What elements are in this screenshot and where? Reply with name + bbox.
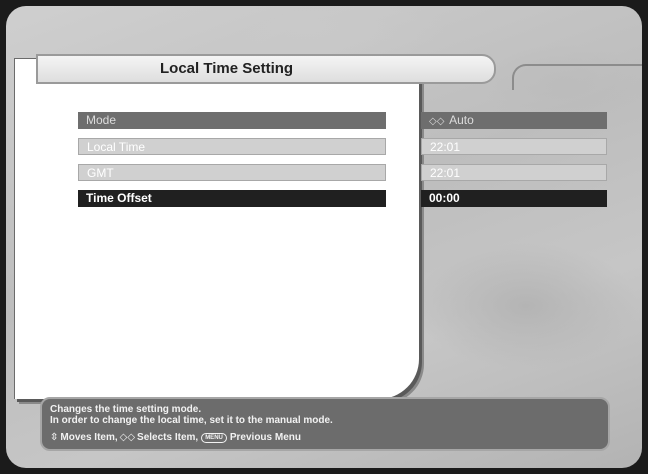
gmt-value: 22:01	[421, 164, 607, 181]
mode-value-text: Auto	[449, 113, 474, 127]
previous-menu-hint: Previous Menu	[229, 432, 301, 443]
help-line-2: In order to change the local time, set i…	[50, 415, 333, 426]
time-offset-value[interactable]: 00:00	[421, 190, 607, 207]
help-box: Changes the time setting mode. In order …	[40, 397, 610, 451]
selects-item-hint: Selects Item,	[137, 432, 199, 443]
tv-screen: Local Time Setting Mode ◇◇ Auto Local Ti…	[6, 6, 642, 468]
leftright-arrows-icon: ◇◇	[119, 432, 136, 443]
tab-decoration	[512, 64, 642, 90]
local-time-value: 22:01	[421, 138, 607, 155]
mode-label[interactable]: Mode	[78, 112, 386, 129]
local-time-label: Local Time	[78, 138, 386, 155]
moves-item-hint: Moves Item,	[60, 432, 118, 443]
time-offset-label[interactable]: Time Offset	[78, 190, 386, 207]
leftright-arrows-icon: ◇◇	[429, 116, 445, 127]
key-hints: ⇳ Moves Item, ◇◇ Selects Item, MENU Prev…	[50, 432, 600, 443]
title-bar: Local Time Setting	[36, 54, 496, 84]
help-line-1: Changes the time setting mode.	[50, 404, 202, 415]
gmt-label: GMT	[78, 164, 386, 181]
menu-key-icon: MENU	[201, 432, 227, 443]
page-title: Local Time Setting	[160, 60, 294, 77]
mode-value[interactable]: ◇◇ Auto	[421, 112, 607, 129]
settings-panel	[14, 58, 419, 399]
updown-arrows-icon: ⇳	[50, 432, 59, 443]
